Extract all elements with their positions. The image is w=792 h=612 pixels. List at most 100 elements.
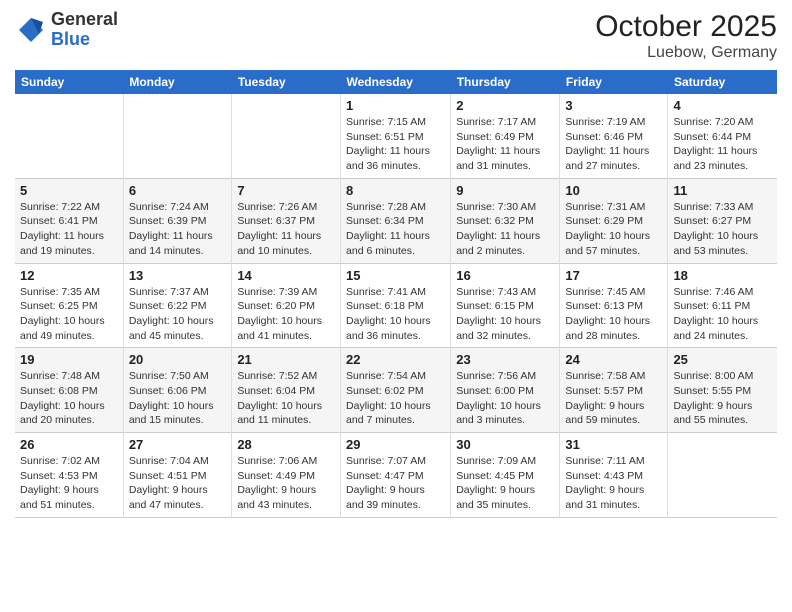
calendar-cell: 28 Sunrise: 7:06 AMSunset: 4:49 PMDayligh…	[232, 433, 341, 518]
day-number: 10	[565, 183, 662, 198]
day-number: 31	[565, 437, 662, 452]
day-number: 27	[129, 437, 227, 452]
day-number: 25	[673, 352, 772, 367]
calendar-cell: 1 Sunrise: 7:15 AMSunset: 6:51 PMDaylight…	[341, 94, 451, 178]
calendar-cell: 18 Sunrise: 7:46 AMSunset: 6:11 PMDayligh…	[668, 263, 777, 348]
day-info: Sunrise: 7:50 AMSunset: 6:06 PMDaylight:…	[129, 369, 227, 428]
calendar-cell: 9 Sunrise: 7:30 AMSunset: 6:32 PMDaylight…	[451, 178, 560, 263]
week-row-4: 19 Sunrise: 7:48 AMSunset: 6:08 PMDayligh…	[15, 348, 777, 433]
calendar-cell: 2 Sunrise: 7:17 AMSunset: 6:49 PMDaylight…	[451, 94, 560, 178]
calendar-table: SundayMondayTuesdayWednesdayThursdayFrid…	[15, 70, 777, 518]
day-info: Sunrise: 7:22 AMSunset: 6:41 PMDaylight:…	[20, 200, 118, 259]
day-info: Sunrise: 7:24 AMSunset: 6:39 PMDaylight:…	[129, 200, 227, 259]
day-info: Sunrise: 7:46 AMSunset: 6:11 PMDaylight:…	[673, 285, 772, 344]
day-number: 2	[456, 98, 554, 113]
day-number: 26	[20, 437, 118, 452]
day-info: Sunrise: 7:33 AMSunset: 6:27 PMDaylight:…	[673, 200, 772, 259]
day-number: 15	[346, 268, 445, 283]
day-info: Sunrise: 7:37 AMSunset: 6:22 PMDaylight:…	[129, 285, 227, 344]
day-number: 22	[346, 352, 445, 367]
day-info: Sunrise: 7:39 AMSunset: 6:20 PMDaylight:…	[237, 285, 335, 344]
week-row-5: 26Sunrise: 7:02 AMSunset: 4:53 PMDayligh…	[15, 433, 777, 518]
logo-text: General Blue	[51, 10, 118, 50]
day-number: 4	[673, 98, 772, 113]
calendar-cell: 7 Sunrise: 7:26 AMSunset: 6:37 PMDaylight…	[232, 178, 341, 263]
day-info: Sunrise: 7:26 AMSunset: 6:37 PMDaylight:…	[237, 200, 335, 259]
week-row-3: 12 Sunrise: 7:35 AMSunset: 6:25 PMDayligh…	[15, 263, 777, 348]
day-number: 21	[237, 352, 335, 367]
weekday-header-wednesday: Wednesday	[341, 70, 451, 94]
calendar-cell: 16 Sunrise: 7:43 AMSunset: 6:15 PMDayligh…	[451, 263, 560, 348]
day-info: Sunrise: 7:52 AMSunset: 6:04 PMDaylight:…	[237, 369, 335, 428]
calendar-cell: 27 Sunrise: 7:04 AMSunset: 4:51 PMDayligh…	[123, 433, 232, 518]
day-info: Sunrise: 7:06 AMSunset: 4:49 PMDaylight:…	[237, 454, 335, 513]
calendar-cell: 26Sunrise: 7:02 AMSunset: 4:53 PMDayligh…	[15, 433, 123, 518]
header: General Blue October 2025 Luebow, German…	[15, 10, 777, 62]
calendar-cell	[123, 94, 232, 178]
day-info: Sunrise: 7:48 AMSunset: 6:08 PMDaylight:…	[20, 369, 118, 428]
day-info: Sunrise: 7:28 AMSunset: 6:34 PMDaylight:…	[346, 200, 445, 259]
day-number: 20	[129, 352, 227, 367]
day-info: Sunrise: 7:56 AMSunset: 6:00 PMDaylight:…	[456, 369, 554, 428]
calendar-cell: 29 Sunrise: 7:07 AMSunset: 4:47 PMDayligh…	[341, 433, 451, 518]
week-row-1: 1 Sunrise: 7:15 AMSunset: 6:51 PMDaylight…	[15, 94, 777, 178]
day-info: Sunrise: 7:43 AMSunset: 6:15 PMDaylight:…	[456, 285, 554, 344]
day-number: 12	[20, 268, 118, 283]
day-number: 1	[346, 98, 445, 113]
calendar-cell	[668, 433, 777, 518]
weekday-header-tuesday: Tuesday	[232, 70, 341, 94]
calendar-cell	[15, 94, 123, 178]
week-row-2: 5 Sunrise: 7:22 AMSunset: 6:41 PMDaylight…	[15, 178, 777, 263]
day-number: 18	[673, 268, 772, 283]
day-number: 24	[565, 352, 662, 367]
title-block: October 2025 Luebow, Germany	[595, 10, 777, 62]
calendar-cell: 23 Sunrise: 7:56 AMSunset: 6:00 PMDayligh…	[451, 348, 560, 433]
calendar-cell: 13 Sunrise: 7:37 AMSunset: 6:22 PMDayligh…	[123, 263, 232, 348]
day-info: Sunrise: 7:15 AMSunset: 6:51 PMDaylight:…	[346, 115, 445, 174]
calendar-cell: 24Sunrise: 7:58 AMSunset: 5:57 PMDayligh…	[560, 348, 668, 433]
logo-blue: Blue	[51, 29, 90, 49]
page-container: General Blue October 2025 Luebow, German…	[0, 0, 792, 523]
logo: General Blue	[15, 10, 118, 50]
day-number: 17	[565, 268, 662, 283]
day-number: 16	[456, 268, 554, 283]
calendar-cell: 6 Sunrise: 7:24 AMSunset: 6:39 PMDaylight…	[123, 178, 232, 263]
calendar-cell: 17Sunrise: 7:45 AMSunset: 6:13 PMDayligh…	[560, 263, 668, 348]
day-info: Sunrise: 7:20 AMSunset: 6:44 PMDaylight:…	[673, 115, 772, 174]
day-number: 19	[20, 352, 118, 367]
day-number: 14	[237, 268, 335, 283]
day-info: Sunrise: 7:17 AMSunset: 6:49 PMDaylight:…	[456, 115, 554, 174]
logo-icon	[15, 14, 47, 46]
day-number: 7	[237, 183, 335, 198]
day-number: 29	[346, 437, 445, 452]
calendar-cell: 8Sunrise: 7:28 AMSunset: 6:34 PMDaylight…	[341, 178, 451, 263]
day-info: Sunrise: 7:35 AMSunset: 6:25 PMDaylight:…	[20, 285, 118, 344]
day-info: Sunrise: 7:09 AMSunset: 4:45 PMDaylight:…	[456, 454, 554, 513]
day-number: 6	[129, 183, 227, 198]
calendar-cell: 21 Sunrise: 7:52 AMSunset: 6:04 PMDayligh…	[232, 348, 341, 433]
day-info: Sunrise: 7:41 AMSunset: 6:18 PMDaylight:…	[346, 285, 445, 344]
day-number: 28	[237, 437, 335, 452]
calendar-cell: 12 Sunrise: 7:35 AMSunset: 6:25 PMDayligh…	[15, 263, 123, 348]
calendar-cell: 11 Sunrise: 7:33 AMSunset: 6:27 PMDayligh…	[668, 178, 777, 263]
day-info: Sunrise: 7:19 AMSunset: 6:46 PMDaylight:…	[565, 115, 662, 174]
calendar-cell: 22 Sunrise: 7:54 AMSunset: 6:02 PMDayligh…	[341, 348, 451, 433]
day-info: Sunrise: 7:30 AMSunset: 6:32 PMDaylight:…	[456, 200, 554, 259]
day-info: Sunrise: 7:07 AMSunset: 4:47 PMDaylight:…	[346, 454, 445, 513]
day-number: 9	[456, 183, 554, 198]
calendar-cell: 5 Sunrise: 7:22 AMSunset: 6:41 PMDaylight…	[15, 178, 123, 263]
day-number: 11	[673, 183, 772, 198]
weekday-header-thursday: Thursday	[451, 70, 560, 94]
day-info: Sunrise: 7:04 AMSunset: 4:51 PMDaylight:…	[129, 454, 227, 513]
day-number: 5	[20, 183, 118, 198]
location-title: Luebow, Germany	[595, 44, 777, 62]
day-info: Sunrise: 7:54 AMSunset: 6:02 PMDaylight:…	[346, 369, 445, 428]
calendar-cell: 14 Sunrise: 7:39 AMSunset: 6:20 PMDayligh…	[232, 263, 341, 348]
day-info: Sunrise: 8:00 AMSunset: 5:55 PMDaylight:…	[673, 369, 772, 428]
calendar-cell: 4 Sunrise: 7:20 AMSunset: 6:44 PMDaylight…	[668, 94, 777, 178]
logo-general: General	[51, 9, 118, 29]
day-number: 23	[456, 352, 554, 367]
day-number: 13	[129, 268, 227, 283]
day-info: Sunrise: 7:11 AMSunset: 4:43 PMDaylight:…	[565, 454, 662, 513]
day-info: Sunrise: 7:31 AMSunset: 6:29 PMDaylight:…	[565, 200, 662, 259]
